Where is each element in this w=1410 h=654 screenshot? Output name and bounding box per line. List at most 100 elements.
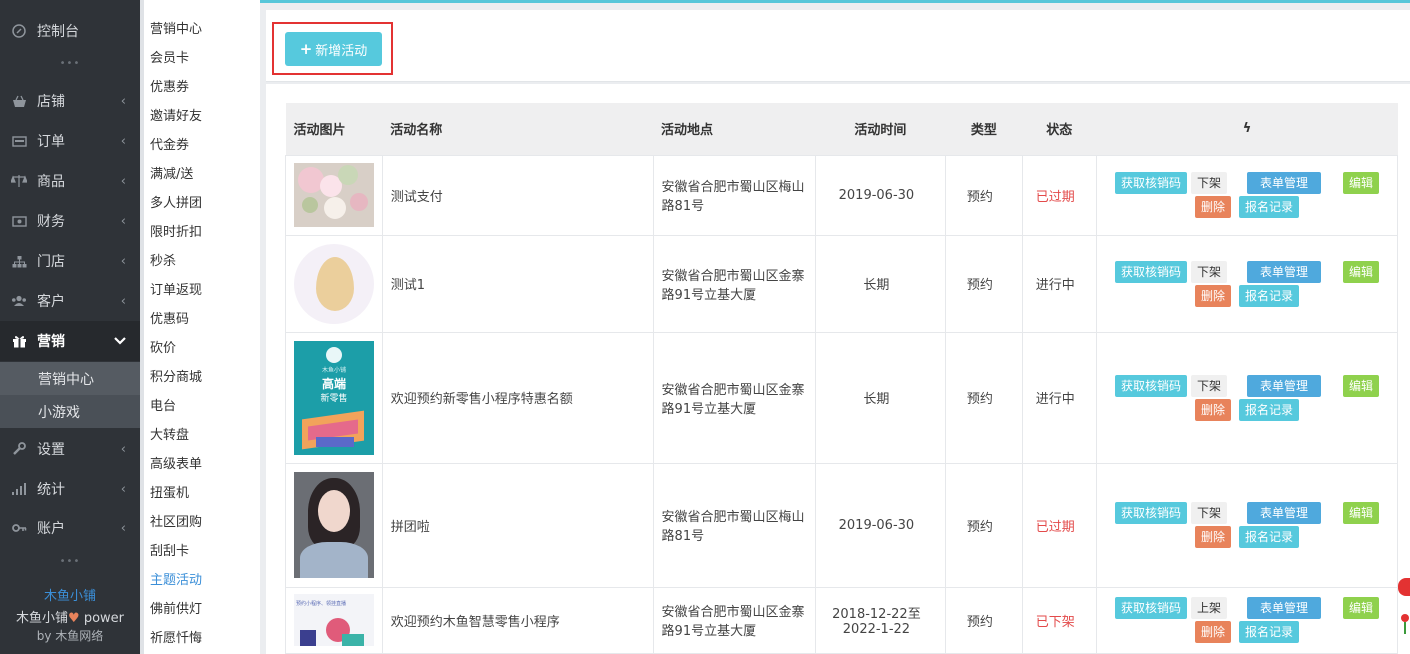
edit-button[interactable]: 编辑	[1343, 172, 1379, 194]
subnav-item[interactable]: 电台	[150, 395, 176, 414]
sidebar-item-statistics[interactable]: 统计 ‹	[0, 469, 140, 509]
subnav-item[interactable]: 祈愿忏悔	[150, 627, 202, 646]
subnav-item[interactable]: 大转盘	[150, 424, 189, 443]
signup-records-button[interactable]: 报名记录	[1239, 284, 1299, 307]
toolbar	[266, 10, 1410, 82]
edit-button[interactable]: 编辑	[1343, 597, 1379, 619]
subnav-item[interactable]: 优惠码	[150, 308, 189, 327]
subnav-item[interactable]: 营销中心	[150, 18, 202, 37]
sidebar-item-goods[interactable]: 商品 ‹	[0, 161, 140, 201]
activity-image-flowers	[294, 163, 374, 227]
powered-name: 木鱼小铺	[16, 611, 69, 626]
edit-button[interactable]: 编辑	[1343, 502, 1379, 524]
activity-place: 安徽省合肥市蜀山区金寨路91号立基大厦	[652, 331, 816, 464]
get-verify-code-button[interactable]: 获取核销码	[1115, 597, 1187, 619]
subnav-item[interactable]: 会员卡	[150, 47, 189, 66]
form-manage-button[interactable]: 表单管理	[1247, 502, 1321, 524]
edit-button[interactable]: 编辑	[1343, 260, 1379, 283]
get-verify-code-button[interactable]: 获取核销码	[1115, 374, 1187, 397]
signup-records-button[interactable]: 报名记录	[1239, 398, 1299, 421]
delete-button[interactable]: 删除	[1195, 284, 1231, 307]
chevron-left-icon: ‹	[120, 520, 126, 536]
delete-button[interactable]: 删除	[1195, 398, 1231, 421]
sidebar-item-customers[interactable]: 客户 ‹	[0, 281, 140, 321]
get-verify-code-button[interactable]: 获取核销码	[1115, 260, 1187, 283]
main-sidebar: 控制台 ••• 店铺 ‹ 订单 ‹ 商品 ‹ 财务 ‹ 门店 ‹ 客户 ‹ 营销…	[0, 0, 140, 654]
shelf-toggle-button[interactable]: 下架	[1191, 172, 1227, 194]
signup-records-button[interactable]: 报名记录	[1239, 196, 1299, 218]
subnav-item[interactable]: 邀请好友	[150, 105, 202, 124]
activity-name: 测试支付	[381, 154, 654, 236]
col-header-status: 状态	[1022, 103, 1097, 155]
add-activity-button[interactable]: + 新增活动	[285, 32, 382, 66]
shelf-toggle-button[interactable]: 下架	[1191, 502, 1227, 524]
floating-widget-tab[interactable]	[1398, 578, 1410, 596]
activity-time: 2019-06-30	[814, 154, 947, 236]
activity-type: 预约	[945, 234, 1023, 333]
sidebar-item-stores[interactable]: 门店 ‹	[0, 241, 140, 281]
form-manage-button[interactable]: 表单管理	[1247, 374, 1321, 397]
chevron-left-icon: ‹	[120, 253, 126, 269]
get-verify-code-button[interactable]: 获取核销码	[1115, 502, 1187, 524]
sidebar-item-account[interactable]: 账户 ‹	[0, 508, 140, 548]
subnav-item[interactable]: 优惠券	[150, 76, 189, 95]
sitemap-icon	[11, 253, 27, 269]
subnav-item[interactable]: 积分商城	[150, 366, 202, 385]
subnav-item[interactable]: 佛前供灯	[150, 598, 202, 617]
delete-button[interactable]: 删除	[1195, 621, 1231, 643]
table-row: 木鱼小铺 高端 新零售 欢迎预约新零售小程序特惠名额 安徽省合肥市蜀山区金寨路9…	[285, 331, 1398, 464]
chevron-left-icon: ‹	[120, 173, 126, 189]
subnav-item[interactable]: 社区团购	[150, 511, 202, 530]
subnav-item[interactable]: 多人拼团	[150, 192, 202, 211]
submenu-item-mini-games[interactable]: 小游戏	[0, 395, 140, 428]
heart-icon: ♥	[68, 611, 80, 626]
divider-dots: •••	[59, 58, 81, 69]
form-manage-button[interactable]: 表单管理	[1247, 172, 1321, 194]
subnav-item[interactable]: 订单返现	[150, 279, 202, 298]
sidebar-item-settings[interactable]: 设置 ‹	[0, 429, 140, 469]
chevron-left-icon: ‹	[120, 441, 126, 457]
sidebar-item-label: 财务	[37, 214, 65, 230]
dashboard-icon	[11, 23, 27, 39]
shelf-toggle-button[interactable]: 下架	[1191, 260, 1227, 283]
users-icon	[11, 293, 27, 309]
subnav-item[interactable]: 秒杀	[150, 250, 176, 269]
shelf-toggle-button[interactable]: 上架	[1191, 597, 1227, 619]
subnav-item[interactable]: 高级表单	[150, 453, 202, 472]
table-row: 测试1 安徽省合肥市蜀山区金寨路91号立基大厦 长期 预约 进行中 获取核销码 …	[285, 234, 1398, 333]
delete-button[interactable]: 删除	[1195, 526, 1231, 548]
subnav-item-current[interactable]: 主题活动	[150, 569, 202, 588]
subnav-item[interactable]: 刮刮卡	[150, 540, 189, 559]
form-manage-button[interactable]: 表单管理	[1247, 597, 1321, 619]
activity-name: 欢迎预约新零售小程序特惠名额	[381, 331, 654, 464]
signup-records-button[interactable]: 报名记录	[1239, 526, 1299, 548]
activity-image-cartoon: 预约小程序、领挂直播	[294, 594, 374, 646]
subnav-item[interactable]: 扭蛋机	[150, 482, 189, 501]
subnav-item[interactable]: 限时折扣	[150, 221, 202, 240]
activity-time: 长期	[814, 234, 947, 333]
sidebar-item-label: 设置	[37, 442, 65, 458]
activity-actions-cell: 获取核销码 上架 表单管理 编辑 删除 报名记录	[1096, 586, 1398, 654]
activity-type: 预约	[945, 331, 1023, 464]
activity-thumbnail-cell	[285, 462, 383, 588]
divider-dots: •••	[59, 556, 81, 567]
subnav-item[interactable]: 满减/送	[150, 163, 193, 182]
floating-flower-icon[interactable]	[1400, 612, 1410, 634]
delete-button[interactable]: 删除	[1195, 196, 1231, 218]
subnav-item[interactable]: 代金券	[150, 134, 189, 153]
edit-button[interactable]: 编辑	[1343, 374, 1379, 397]
sidebar-item-shop[interactable]: 店铺 ‹	[0, 81, 140, 121]
sidebar-item-dashboard[interactable]: 控制台	[0, 11, 140, 51]
signup-records-button[interactable]: 报名记录	[1239, 621, 1299, 643]
get-verify-code-button[interactable]: 获取核销码	[1115, 172, 1187, 194]
form-manage-button[interactable]: 表单管理	[1247, 260, 1321, 283]
submenu-item-marketing-center[interactable]: 营销中心	[0, 362, 140, 395]
shelf-toggle-button[interactable]: 下架	[1191, 374, 1227, 397]
sidebar-item-orders[interactable]: 订单 ‹	[0, 121, 140, 161]
table-row: 预约小程序、领挂直播 欢迎预约木鱼智慧零售小程序 安徽省合肥市蜀山区金寨路91号…	[285, 586, 1398, 654]
activity-place: 安徽省合肥市蜀山区金寨路91号立基大厦	[652, 586, 816, 654]
sidebar-item-finance[interactable]: 财务 ‹	[0, 201, 140, 241]
subnav-item[interactable]: 砍价	[150, 337, 176, 356]
col-header-actions: ϟ	[1096, 103, 1398, 155]
sidebar-item-marketing[interactable]: 营销	[0, 321, 140, 361]
